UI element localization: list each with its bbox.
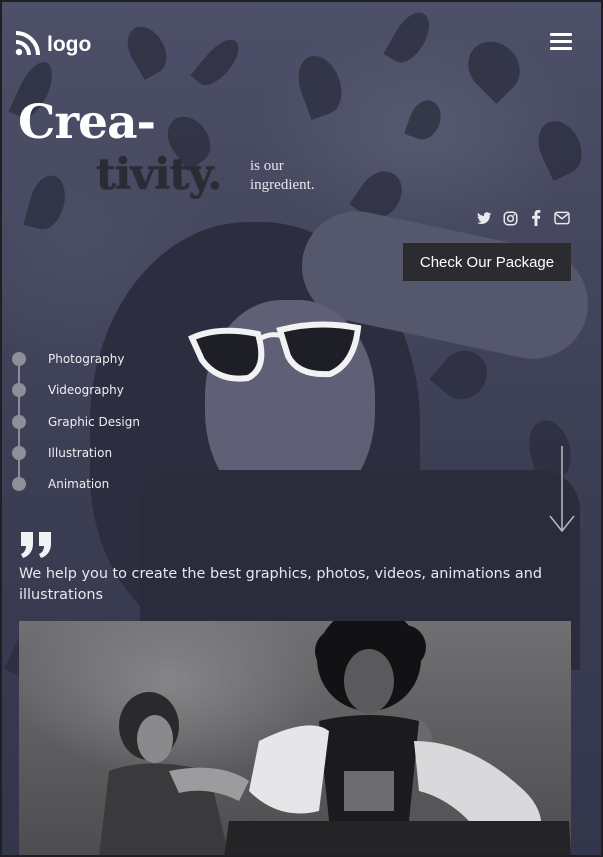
- service-item-videography[interactable]: Videography: [12, 380, 124, 400]
- headline-subtext-line-1: is our: [250, 158, 284, 174]
- hamburger-menu-icon[interactable]: [550, 31, 572, 51]
- headline-line-1: Crea-: [18, 95, 156, 150]
- social-links: [476, 210, 570, 226]
- check-package-button[interactable]: Check Our Package: [403, 243, 571, 281]
- mail-icon[interactable]: [554, 210, 570, 226]
- service-bullet-icon: [12, 383, 26, 397]
- twitter-icon[interactable]: [476, 210, 492, 226]
- service-item-animation[interactable]: Animation: [12, 474, 109, 494]
- logo[interactable]: logo: [15, 30, 91, 60]
- service-label: Photography: [48, 352, 125, 366]
- instagram-icon[interactable]: [502, 210, 518, 226]
- logo-text: logo: [47, 33, 92, 56]
- headline-subtext: is our ingredient.: [250, 157, 370, 195]
- service-label: Animation: [48, 477, 110, 491]
- quote-icon: [19, 532, 53, 562]
- service-item-photography[interactable]: Photography: [12, 349, 124, 369]
- service-bullet-icon: [12, 446, 26, 460]
- service-label: Videography: [48, 383, 124, 397]
- service-bullet-icon: [12, 415, 26, 429]
- headline-line-2: tivity.: [96, 150, 222, 200]
- service-label: Illustration: [48, 446, 113, 460]
- service-bullet-icon: [12, 352, 26, 366]
- headline-subtext-line-2: ingredient.: [250, 177, 315, 193]
- dancers-photo: [19, 621, 571, 857]
- scroll-down-arrow-icon[interactable]: [549, 446, 575, 534]
- logo-rss-icon: [15, 30, 41, 60]
- facebook-icon[interactable]: [528, 210, 544, 226]
- quote-text: We help you to create the best graphics,…: [19, 566, 542, 603]
- service-item-graphic-design[interactable]: Graphic Design: [12, 412, 140, 432]
- service-bullet-icon: [12, 477, 26, 491]
- service-item-illustration[interactable]: Illustration: [12, 443, 112, 463]
- service-label: Graphic Design: [48, 415, 140, 429]
